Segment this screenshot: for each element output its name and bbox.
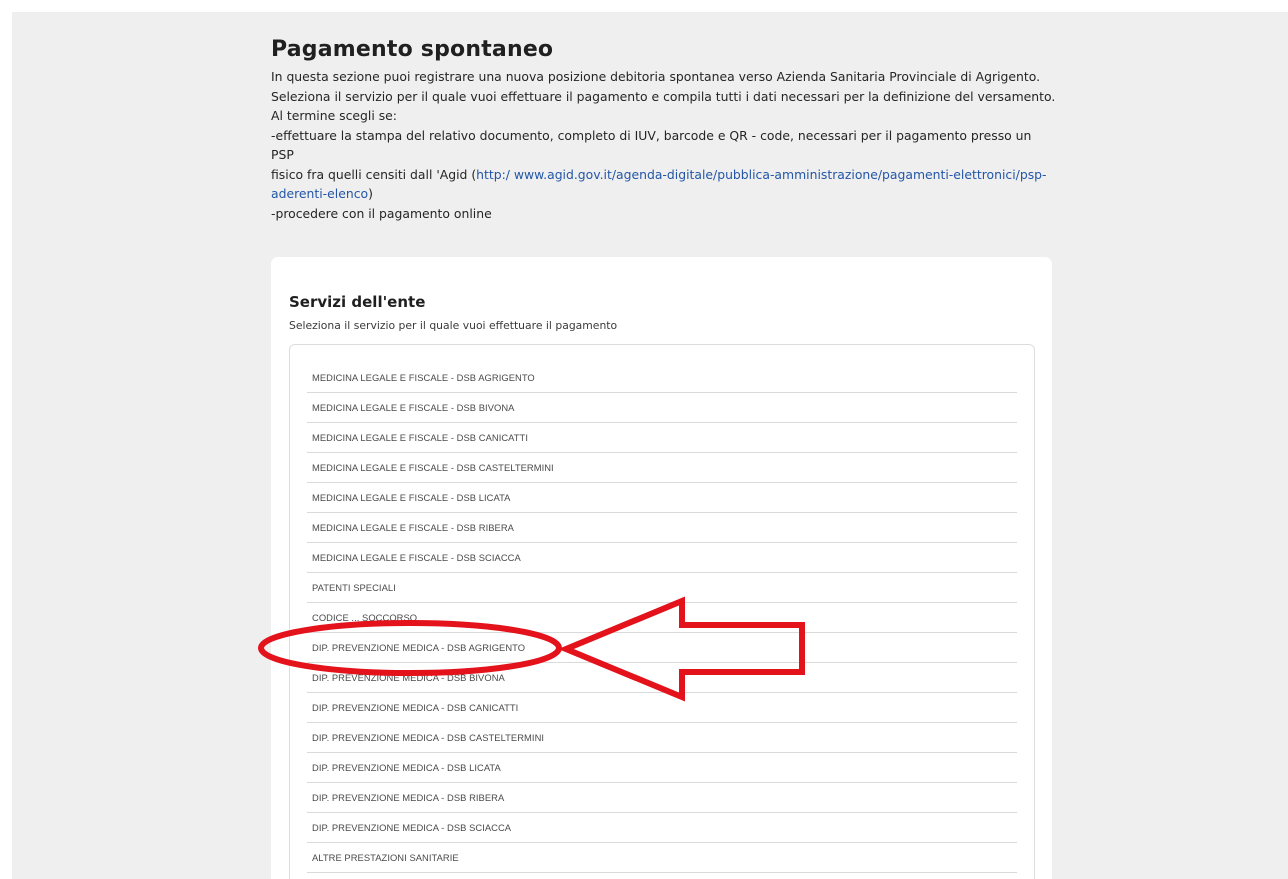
service-item-medicina-legale-sciacca[interactable]: MEDICINA LEGALE E FISCALE - DSB SCIACCA <box>307 543 1017 573</box>
service-item-label: MEDICINA LEGALE E FISCALE - DSB LICATA <box>312 491 511 503</box>
service-item-prevenzione-sciacca[interactable]: DIP. PREVENZIONE MEDICA - DSB SCIACCA <box>307 813 1017 843</box>
service-item-prevenzione-ribera[interactable]: DIP. PREVENZIONE MEDICA - DSB RIBERA <box>307 783 1017 813</box>
services-subtitle: Seleziona il servizio per il quale vuoi … <box>289 319 618 332</box>
service-item-label: MEDICINA LEGALE E FISCALE - DSB CANICATT… <box>312 431 528 443</box>
service-item-label: DIP. PREVENZIONE MEDICA - DSB SCIACCA <box>312 821 512 833</box>
service-item-medicina-legale-ribera[interactable]: MEDICINA LEGALE E FISCALE - DSB RIBERA <box>307 513 1017 543</box>
service-item-medicina-legale-agrigento[interactable]: MEDICINA LEGALE E FISCALE - DSB AGRIGENT… <box>307 363 1017 393</box>
service-item-label: MEDICINA LEGALE E FISCALE - DSB AGRIGENT… <box>312 371 535 383</box>
service-item-label: DIP. PREVENZIONE MEDICA - DSB AGRIGENTO <box>312 641 526 653</box>
service-item-prevenzione-licata[interactable]: DIP. PREVENZIONE MEDICA - DSB LICATA <box>307 753 1017 783</box>
service-item-label: DIP. PREVENZIONE MEDICA - DSB CASTELTERM… <box>312 731 545 743</box>
service-item-label: DIP. PREVENZIONE MEDICA - DSB RIBERA <box>312 791 505 803</box>
service-item-label: CODICE ... SOCCORSO <box>312 611 418 623</box>
psp-reference-line: fisico fra quelli censiti dall 'Agid (ht… <box>271 165 1056 204</box>
service-item-codice-soccorso[interactable]: CODICE ... SOCCORSO <box>307 603 1017 633</box>
service-item-label: MEDICINA LEGALE E FISCALE - DSB RIBERA <box>312 521 514 533</box>
service-item-prevenzione-agrigento[interactable]: DIP. PREVENZIONE MEDICA - DSB AGRIGENTO <box>307 633 1017 663</box>
service-item-medicina-legale-canicatti[interactable]: MEDICINA LEGALE E FISCALE - DSB CANICATT… <box>307 423 1017 453</box>
service-item-label: DIP. PREVENZIONE MEDICA - DSB CANICATTI <box>312 701 519 713</box>
intro-section: Pagamento spontaneo In questa sezione pu… <box>271 36 1061 223</box>
service-item-medicina-legale-licata[interactable]: MEDICINA LEGALE E FISCALE - DSB LICATA <box>307 483 1017 513</box>
service-list: MEDICINA LEGALE E FISCALE - DSB AGRIGENT… <box>289 344 1035 879</box>
service-item-medicina-legale-casteltermini[interactable]: MEDICINA LEGALE E FISCALE - DSB CASTELTE… <box>307 453 1017 483</box>
psp-reference-prefix: fisico fra quelli censiti dall 'Agid ( <box>271 166 477 182</box>
service-item-label: PATENTI SPECIALI <box>312 581 396 593</box>
service-item-altre-prestazioni[interactable]: ALTRE PRESTAZIONI SANITARIE <box>307 843 1017 873</box>
service-item-label: DIP. PREVENZIONE MEDICA - DSB BIVONA <box>312 671 505 683</box>
service-item-prevenzione-bivona[interactable]: DIP. PREVENZIONE MEDICA - DSB BIVONA <box>307 663 1017 693</box>
service-item-medicina-legale-bivona[interactable]: MEDICINA LEGALE E FISCALE - DSB BIVONA <box>307 393 1017 423</box>
intro-line-2: Seleziona il servizio per il quale vuoi … <box>271 88 1056 104</box>
service-item-prevenzione-canicatti[interactable]: DIP. PREVENZIONE MEDICA - DSB CANICATTI <box>307 693 1017 723</box>
intro-line-1: In questa sezione puoi registrare una nu… <box>271 69 1041 84</box>
intro-line-4: -effettuare la stampa del relativo docum… <box>271 127 1032 163</box>
page-title: Pagamento spontaneo <box>271 37 554 62</box>
services-card: Servizi dell'ente Seleziona il servizio … <box>271 257 1052 879</box>
service-item-patenti-speciali[interactable]: PATENTI SPECIALI <box>307 573 1017 603</box>
services-title: Servizi dell'ente <box>289 293 426 311</box>
intro-description: In questa sezione puoi registrare una nu… <box>271 67 1056 223</box>
service-item-label: MEDICINA LEGALE E FISCALE - DSB BIVONA <box>312 401 515 413</box>
service-item-label: ALTRE PRESTAZIONI SANITARIE <box>312 851 459 863</box>
psp-reference-suffix: ) <box>368 186 373 201</box>
service-item-label: MEDICINA LEGALE E FISCALE - DSB CASTELTE… <box>312 461 554 473</box>
service-item-label: MEDICINA LEGALE E FISCALE - DSB SCIACCA <box>312 551 521 563</box>
service-item-prevenzione-casteltermini[interactable]: DIP. PREVENZIONE MEDICA - DSB CASTELTERM… <box>307 723 1017 753</box>
service-item-label: DIP. PREVENZIONE MEDICA - DSB LICATA <box>312 761 501 773</box>
online-payment-option: -procedere con il pagamento online <box>271 205 492 221</box>
page-background: Pagamento spontaneo In questa sezione pu… <box>12 12 1288 879</box>
intro-line-3: Al termine scegli se: <box>271 108 397 123</box>
